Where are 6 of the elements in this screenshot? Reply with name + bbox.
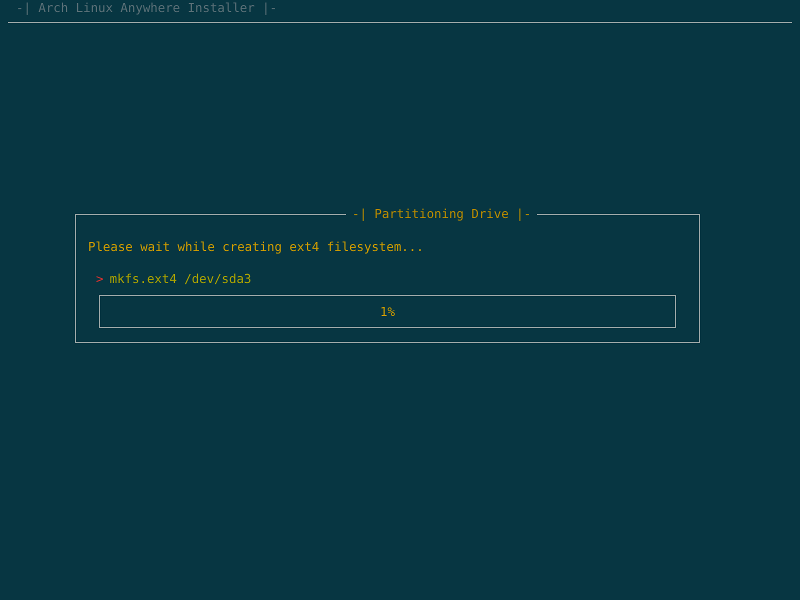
dialog-title: -| Partitioning Drive |- — [346, 206, 538, 222]
status-message: Please wait while creating ext4 filesystem... — [88, 239, 424, 255]
window-title: -| Arch Linux Anywhere Installer |- — [15, 0, 278, 16]
progress-reading: 1% — [380, 303, 395, 321]
prompt-icon: > — [96, 271, 104, 287]
command-text: mkfs.ext4 /dev/sda3 — [110, 271, 252, 287]
